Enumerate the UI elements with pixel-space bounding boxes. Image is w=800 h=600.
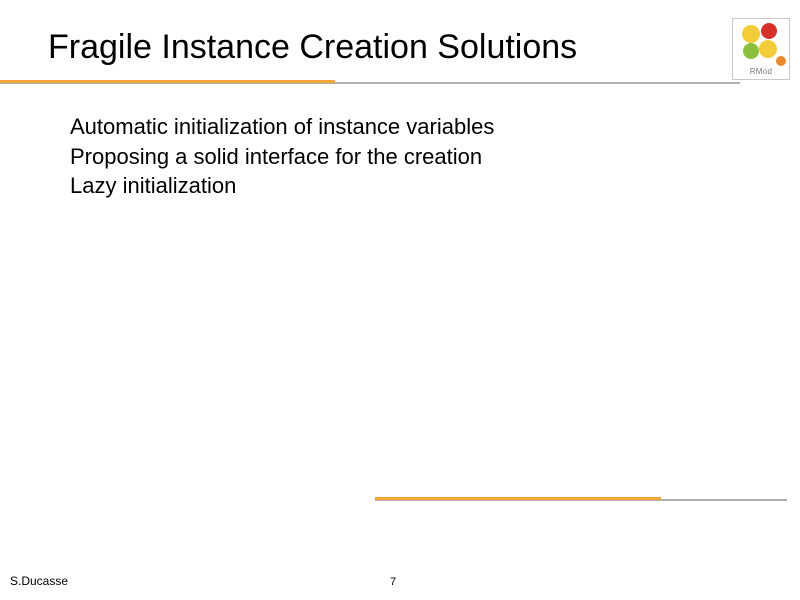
rmod-logo-icon <box>733 19 789 67</box>
rmod-logo: RMod <box>732 18 790 80</box>
body-line-1: Automatic initialization of instance var… <box>70 112 690 142</box>
rmod-logo-label: RMod <box>733 67 789 76</box>
title-area: Fragile Instance Creation Solutions <box>48 28 710 67</box>
slide-title: Fragile Instance Creation Solutions <box>48 28 710 67</box>
body-line-2: Proposing a solid interface for the crea… <box>70 142 690 172</box>
body-area: Automatic initialization of instance var… <box>70 112 690 201</box>
slide: Fragile Instance Creation Solutions Auto… <box>0 0 800 600</box>
body-line-3: Lazy initialization <box>70 171 690 201</box>
footer-author: S.Ducasse <box>10 574 68 588</box>
lower-rule-accent <box>375 497 661 500</box>
title-underline-accent <box>0 80 335 83</box>
page-number: 7 <box>390 576 396 588</box>
